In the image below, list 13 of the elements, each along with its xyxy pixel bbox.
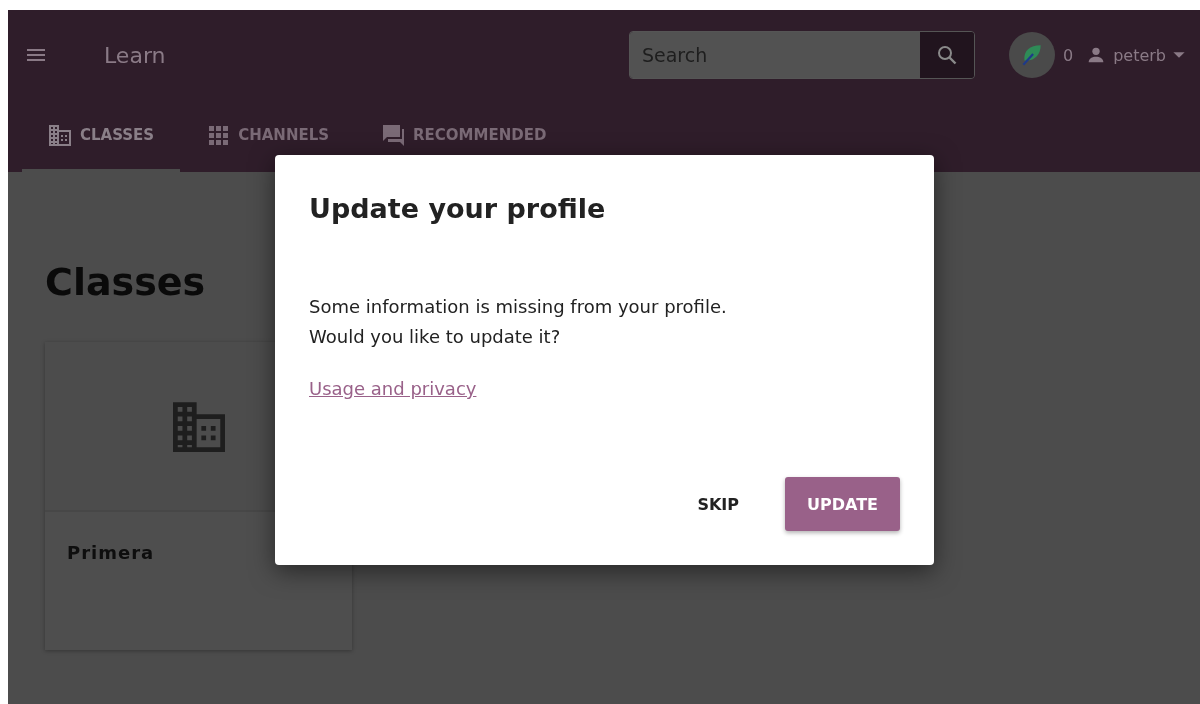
class-title: Primera <box>66 541 156 565</box>
skip-button[interactable]: SKIP <box>675 477 761 531</box>
points-count: 0 <box>1062 45 1074 65</box>
nav-tab[interactable]: CLASSES <box>22 100 181 172</box>
nav-tab[interactable]: RECOMMENDED <box>355 100 573 172</box>
user-menu-button[interactable]: peterb <box>1085 44 1186 66</box>
chat-icon <box>381 122 406 147</box>
page-heading: Classes <box>45 260 207 304</box>
dialog-title: Update your profile <box>309 193 607 224</box>
building-icon <box>48 122 72 147</box>
nav-tab[interactable]: CHANNELS <box>180 100 356 172</box>
app-title: Learn <box>104 42 166 68</box>
update-button[interactable]: UPDATE <box>785 477 900 531</box>
